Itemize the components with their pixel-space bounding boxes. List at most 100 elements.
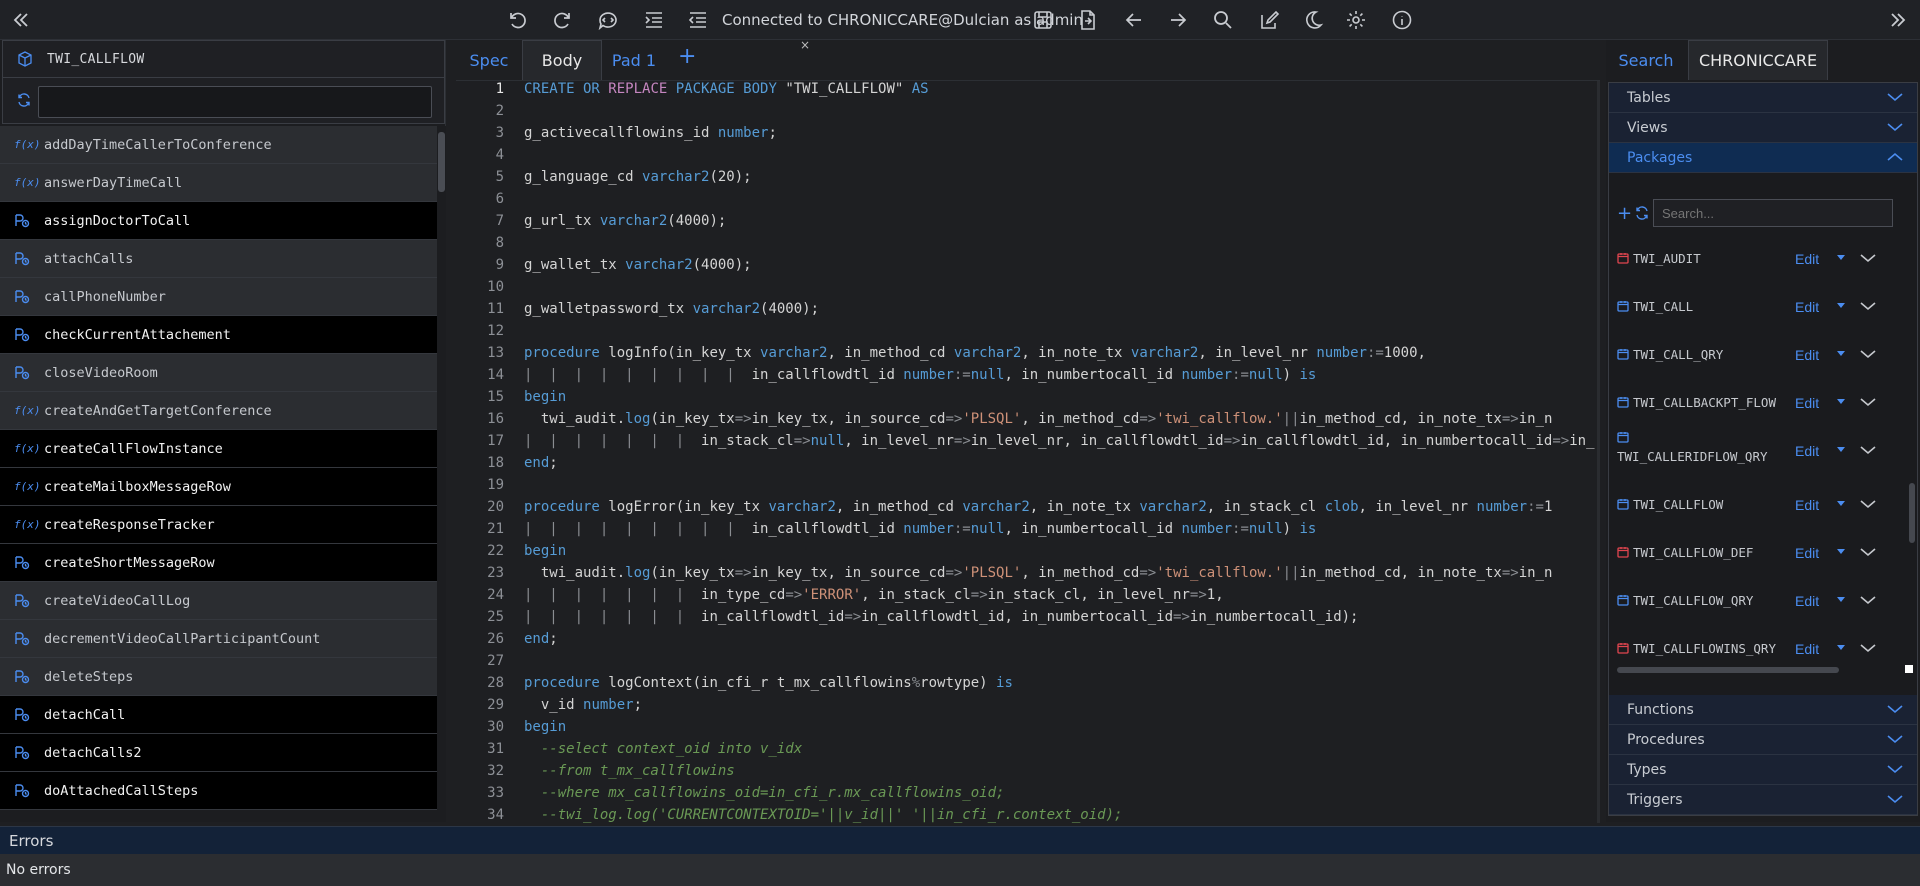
package-row[interactable]: TWI_CALLFLOW_QRY Edit	[1617, 577, 1907, 625]
section-tables[interactable]: Tables	[1609, 83, 1917, 113]
package-row[interactable]: TWI_CALLERIDFLOW_QRY Edit	[1617, 427, 1907, 475]
chevron-down-icon[interactable]	[1860, 253, 1876, 263]
outdent-icon[interactable]	[687, 9, 709, 31]
tab-spec[interactable]: Spec	[464, 40, 514, 80]
arrow-right-icon[interactable]	[1167, 9, 1189, 31]
member-list-scroll-thumb[interactable]	[438, 132, 445, 192]
tab-search[interactable]: Search	[1606, 40, 1686, 80]
chevron-down-icon[interactable]	[1860, 499, 1876, 509]
edit-package-button[interactable]: Edit	[1795, 395, 1819, 411]
package-row[interactable]: TWI_CALL Edit	[1617, 283, 1907, 331]
collapse-left-icon[interactable]	[10, 9, 32, 31]
member-item[interactable]: doAttachedCallSteps	[0, 772, 437, 810]
export-file-icon[interactable]	[1077, 9, 1099, 31]
member-item[interactable]: closeVideoRoom	[0, 354, 437, 392]
member-item[interactable]: attachCalls	[0, 240, 437, 278]
add-package-icon[interactable]: +	[1617, 203, 1632, 224]
member-item[interactable]: assignDoctorToCall	[0, 202, 437, 240]
caret-down-icon[interactable]	[1837, 351, 1845, 356]
chevron-down-icon[interactable]	[1860, 397, 1876, 407]
member-item[interactable]: callPhoneNumber	[0, 278, 437, 316]
caret-down-icon[interactable]	[1837, 399, 1845, 404]
gear-icon[interactable]	[1345, 9, 1367, 31]
refresh-icon[interactable]	[1635, 206, 1649, 220]
close-tab-icon[interactable]: ×	[800, 38, 810, 52]
chevron-down-icon[interactable]	[1860, 349, 1876, 359]
undo-icon[interactable]	[506, 9, 528, 31]
package-row[interactable]: TWI_CALLBACKPT_FLOW Edit	[1617, 379, 1907, 427]
member-item[interactable]: deleteSteps	[0, 658, 437, 696]
package-list-horizontal-scrollbar[interactable]	[1617, 667, 1839, 673]
member-filter-input[interactable]	[38, 86, 432, 118]
section-functions[interactable]: Functions	[1609, 695, 1917, 725]
member-item[interactable]: detachCalls2	[0, 734, 437, 772]
package-row[interactable]: TWI_AUDIT Edit	[1617, 235, 1907, 283]
caret-down-icon[interactable]	[1837, 255, 1845, 260]
section-views[interactable]: Views	[1609, 113, 1917, 143]
save-icon[interactable]	[1032, 9, 1054, 31]
tab-body[interactable]: Body	[522, 40, 602, 80]
indent-icon[interactable]	[643, 9, 665, 31]
member-item[interactable]: f(x) createCallFlowInstance	[0, 430, 437, 468]
edit-package-button[interactable]: Edit	[1795, 641, 1819, 657]
package-row[interactable]: TWI_CALLFLOWINS_QRY Edit	[1617, 625, 1907, 673]
member-item[interactable]: checkCurrentAttachement	[0, 316, 437, 354]
caret-down-icon[interactable]	[1837, 501, 1845, 506]
caret-down-icon[interactable]	[1837, 447, 1845, 452]
arrow-left-icon[interactable]	[1123, 9, 1145, 31]
package-search-input[interactable]	[1653, 199, 1893, 227]
member-item[interactable]: f(x) createResponseTracker	[0, 506, 437, 544]
collapse-right-icon[interactable]	[1887, 9, 1909, 31]
member-item[interactable]: createVideoCallLog	[0, 582, 437, 620]
edit-package-button[interactable]: Edit	[1795, 545, 1819, 561]
chevron-down-icon[interactable]	[1860, 547, 1876, 557]
member-item[interactable]: f(x) answerDayTimeCall	[0, 164, 437, 202]
edit-package-button[interactable]: Edit	[1795, 593, 1819, 609]
search-icon[interactable]	[1212, 9, 1234, 31]
edit-package-button[interactable]: Edit	[1795, 299, 1819, 315]
refresh-icon[interactable]	[17, 93, 31, 107]
edit-note-icon[interactable]	[1258, 9, 1280, 31]
section-types[interactable]: Types	[1609, 755, 1917, 785]
info-icon[interactable]	[1391, 9, 1413, 31]
chevron-down-icon[interactable]	[1860, 445, 1876, 455]
edit-package-button[interactable]: Edit	[1795, 443, 1819, 459]
caret-down-icon[interactable]	[1837, 645, 1845, 650]
redo-icon[interactable]	[552, 9, 574, 31]
package-list-vertical-scrollbar[interactable]	[1909, 483, 1915, 543]
package-row[interactable]: TWI_CALLFLOW_DEF Edit	[1617, 529, 1907, 577]
chevron-down-icon[interactable]	[1860, 301, 1876, 311]
tab-chroniccare[interactable]: CHRONICCARE	[1688, 40, 1828, 80]
member-item[interactable]: f(x) createMailboxMessageRow	[0, 468, 437, 506]
member-item[interactable]: createShortMessageRow	[0, 544, 437, 582]
procedure-icon	[0, 593, 44, 608]
caret-down-icon[interactable]	[1837, 597, 1845, 602]
section-procedures[interactable]: Procedures	[1609, 725, 1917, 755]
procedure-icon	[0, 251, 44, 266]
code-content[interactable]: CREATE OR REPLACE PACKAGE BODY "TWI_CALL…	[524, 81, 1600, 823]
section-triggers[interactable]: Triggers	[1609, 785, 1917, 815]
comment-icon[interactable]	[597, 9, 619, 31]
code-scrollbar[interactable]	[1597, 81, 1600, 823]
chevron-down-icon[interactable]	[1860, 595, 1876, 605]
tab-pad-1[interactable]: Pad 1 ×	[604, 38, 810, 80]
code-editor[interactable]: 1 2 3 4 5 6 7 8 9 10 11 12 13 14 15 16 17 18 19 20 21 22 23 24 2…	[456, 80, 1600, 856]
add-tab-icon[interactable]: +	[678, 44, 696, 69]
section-packages[interactable]: Packages	[1609, 143, 1917, 173]
package-tools: +	[1615, 197, 1915, 229]
dark-mode-icon[interactable]	[1302, 9, 1324, 31]
edit-package-button[interactable]: Edit	[1795, 251, 1819, 267]
package-row[interactable]: TWI_CALLFLOW Edit	[1617, 481, 1907, 529]
caret-down-icon[interactable]	[1837, 303, 1845, 308]
member-item[interactable]: detachCall	[0, 696, 437, 734]
member-item[interactable]: decrementVideoCallParticipantCount	[0, 620, 437, 658]
edit-package-button[interactable]: Edit	[1795, 497, 1819, 513]
member-item[interactable]: f(x) addDayTimeCallerToConference	[0, 126, 437, 164]
chevron-down-icon[interactable]	[1860, 643, 1876, 653]
member-list-scrollbar[interactable]	[437, 126, 446, 822]
package-row[interactable]: TWI_CALL_QRY Edit	[1617, 331, 1907, 379]
caret-down-icon[interactable]	[1837, 549, 1845, 554]
edit-package-button[interactable]: Edit	[1795, 347, 1819, 363]
errors-panel-header[interactable]: Errors	[0, 826, 1920, 854]
member-item[interactable]: f(x) createAndGetTargetConference	[0, 392, 437, 430]
